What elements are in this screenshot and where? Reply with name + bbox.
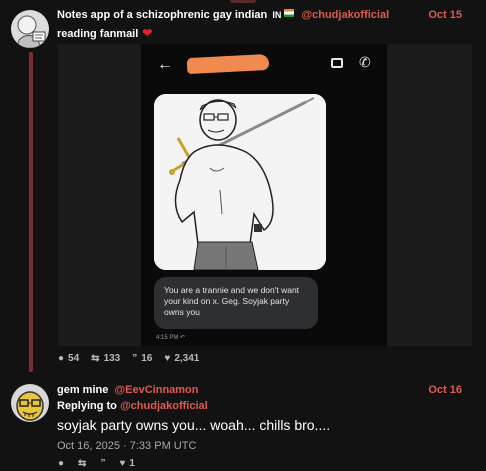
comment-icon: ● [58, 458, 65, 469]
avatar-image-notes [11, 10, 49, 48]
message-time: 4:15 PM ↶ [156, 335, 186, 341]
country-code: IN [272, 10, 282, 20]
post-text: reading fanmail [57, 28, 139, 40]
quote-icon: ” [132, 353, 138, 364]
post-date[interactable]: Oct 16 [428, 384, 462, 396]
phone-icon: ✆ [359, 54, 371, 70]
post1-stats: ● 54 ⇆ 133 ” 16 ♥ 2,341 [58, 353, 199, 364]
repost-icon: ⇆ [91, 353, 100, 364]
replying-to-handle[interactable]: @chudjakofficial [120, 400, 208, 412]
post-timestamp[interactable]: Oct 16, 2025 · 7:33 PM UTC [57, 440, 196, 452]
author-name[interactable]: gem mine [57, 384, 108, 396]
chat-topbar: ← ✆ [141, 44, 387, 88]
avatar-gem-mine[interactable] [11, 384, 49, 422]
post-date[interactable]: Oct 15 [428, 9, 462, 21]
reply-stat[interactable]: ● [58, 458, 64, 469]
thread-connector-line [29, 52, 33, 372]
avatar-image-gem [11, 384, 49, 422]
soyjak-drawing [154, 94, 326, 270]
red-heart-icon: ❤ [142, 26, 153, 40]
post1-text-row: reading fanmail ❤ [57, 26, 152, 40]
post-reply: gem mine @EevCinnamon Oct 16 Replying to… [0, 372, 486, 471]
message-bubble: You are a trannie and we don't want your… [154, 277, 318, 329]
repost-stat[interactable]: ⇆ [78, 458, 86, 469]
repost-icon: ⇆ [78, 458, 87, 469]
avatar-notes-app[interactable] [11, 10, 49, 48]
repost-stat[interactable]: ⇆ 133 [91, 353, 120, 364]
quote-stat[interactable]: ” [100, 458, 105, 469]
message-text: You are a trannie and we don't want your… [164, 285, 300, 317]
post-text: soyjak party owns you... woah... chills … [57, 417, 331, 433]
like-stat[interactable]: ♥ 1 [119, 458, 135, 469]
post2-header: gem mine @EevCinnamon Oct 16 [57, 384, 474, 400]
arrow-left-icon: ← [157, 56, 173, 73]
video-call-icon [331, 58, 343, 68]
flag-icon [284, 9, 295, 17]
reply-arrow-icon: ↶ [180, 335, 186, 341]
heart-icon: ♥ [164, 353, 171, 364]
comment-icon: ● [58, 353, 65, 364]
quote-icon: ” [100, 458, 106, 469]
like-stat[interactable]: ♥ 2,341 [164, 353, 199, 364]
reply-stat[interactable]: ● 54 [58, 353, 79, 364]
post2-stats: ● ⇆ ” ♥ 1 [58, 458, 135, 469]
heart-icon: ♥ [119, 458, 126, 469]
author-handle[interactable]: @EevCinnamon [114, 384, 198, 396]
quote-stat[interactable]: ” 16 [132, 353, 152, 364]
chat-screenshot: ← ✆ You are a trannie and we don't want … [141, 44, 387, 346]
image-message [154, 94, 326, 270]
replying-to-label: Replying to [57, 400, 117, 412]
author-name[interactable]: Notes app of a schizophrenic gay indian [57, 9, 267, 21]
replying-to-line: Replying to @chudjakofficial [57, 400, 208, 412]
post1-header: Notes app of a schizophrenic gay indian … [57, 9, 474, 25]
post-original: Notes app of a schizophrenic gay indian … [0, 0, 486, 372]
redacted-name [186, 53, 270, 75]
author-handle[interactable]: @chudjakofficial [301, 9, 389, 21]
